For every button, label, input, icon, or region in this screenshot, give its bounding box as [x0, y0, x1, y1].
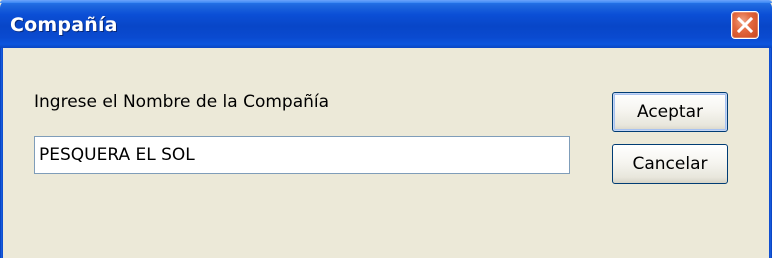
company-name-label: Ingrese el Nombre de la Compañía — [34, 92, 330, 112]
cancel-button[interactable]: Cancelar — [612, 144, 728, 184]
close-button[interactable] — [731, 11, 759, 39]
company-name-input[interactable]: PESQUERA EL SOL — [34, 136, 570, 174]
window-frame-left — [0, 48, 3, 258]
window-title: Compañía — [10, 14, 118, 36]
title-bar[interactable]: Compañía — [0, 0, 772, 48]
dialog-window: Compañía Ingrese el Nombre de la Compañí… — [0, 0, 772, 258]
close-icon — [736, 16, 754, 34]
accept-button[interactable]: Aceptar — [612, 92, 728, 132]
